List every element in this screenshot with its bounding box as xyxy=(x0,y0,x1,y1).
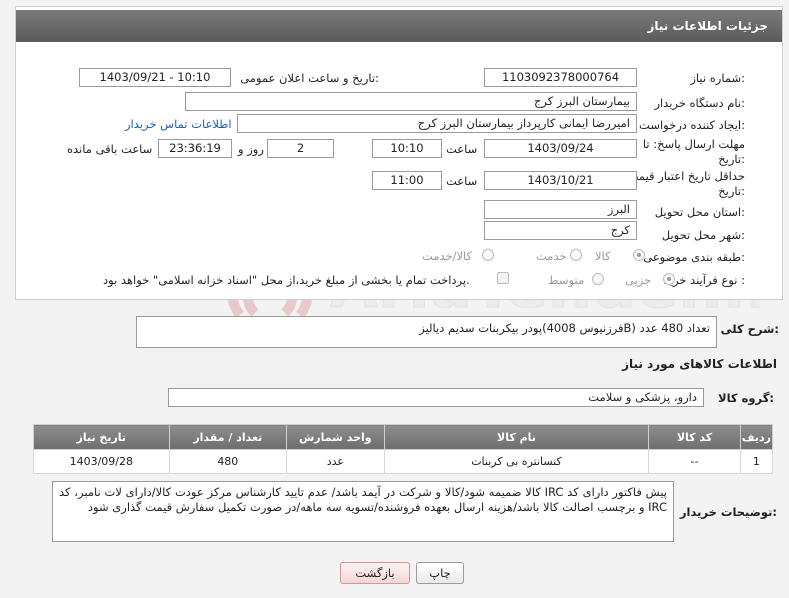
category-goods-service-label: کالا/خدمت xyxy=(422,249,473,263)
remaining-time-field: 23:36:19 xyxy=(158,139,232,158)
col-item-code: کد کالا xyxy=(648,424,741,450)
goods-group-field: دارو، پزشکی و سلامت xyxy=(168,388,704,407)
need-number-field: 1103092378000764 xyxy=(484,68,637,87)
announce-date-field: 1403/09/21 - 10:10 xyxy=(79,68,231,87)
province-field: البرز xyxy=(484,200,637,219)
days-remaining-field: 2 xyxy=(267,139,334,158)
category-goods-service-radio[interactable] xyxy=(482,249,494,261)
buyer-org-field: بیمارستان البرز کرج xyxy=(185,92,637,111)
process-medium-radio[interactable] xyxy=(592,273,604,285)
buyer-notes-text: پیش فاکتور دارای کد IRC کالا ضمیمه شود/ک… xyxy=(59,485,667,514)
col-unit: واحد شمارش xyxy=(286,424,385,450)
description-field: پودر بیکربنات سدیم دیالیز(فرزنیوس 4008B)… xyxy=(136,316,717,348)
process-medium-label: متوسط xyxy=(548,273,585,287)
cell-row: 1 xyxy=(739,449,774,474)
cell-unit: عدد xyxy=(286,449,385,474)
goods-group-label: گروه کالا: xyxy=(718,391,774,405)
print-button[interactable]: چاپ xyxy=(416,562,464,584)
deadline-label: مهلت ارسال پاسخ: تا xyxy=(642,137,745,151)
title-bar: جزئیات اطلاعات نیاز xyxy=(16,10,782,44)
buyer-contact-link[interactable]: اطلاعات تماس خریدار xyxy=(125,117,232,131)
process-minor-radio[interactable] xyxy=(663,273,675,285)
category-service-label: خدمت xyxy=(536,249,567,263)
days-label: روز و xyxy=(238,142,264,156)
col-row: ردیف xyxy=(739,424,774,450)
page-title: جزئیات اطلاعات نیاز xyxy=(647,19,768,33)
remaining-time-label: ساعت باقی مانده xyxy=(67,142,153,156)
category-label: طبقه بندی موضوعی: xyxy=(643,250,745,264)
process-minor-label: جزیی xyxy=(625,273,652,287)
cell-item-code: -- xyxy=(648,449,741,474)
back-button[interactable]: بازگشت xyxy=(340,562,410,584)
description-text: پودر بیکربنات سدیم دیالیز(فرزنیوس 4008B)… xyxy=(419,321,710,335)
category-goods-radio[interactable] xyxy=(633,249,645,261)
creator-label: ایجاد کننده درخواست: xyxy=(639,118,745,132)
col-quantity: تعداد / مقدار xyxy=(168,424,288,450)
price-validity-date-label: تاریخ: xyxy=(718,184,745,198)
price-validity-date-field: 1403/10/21 xyxy=(484,171,637,190)
treasury-payment-checkbox[interactable] xyxy=(497,272,509,284)
buyer-org-label: نام دستگاه خریدار: xyxy=(654,96,745,110)
process-type-label: نوع فرآیند خرید : xyxy=(663,273,745,287)
cell-quantity: 480 xyxy=(168,449,288,474)
city-label: شهر محل تحویل: xyxy=(661,228,745,242)
deadline-hour-field: 10:10 xyxy=(372,139,442,158)
cell-need-date: 1403/09/28 xyxy=(33,449,170,474)
items-table: ردیف کد کالا نام کالا واحد شمارش تعداد /… xyxy=(33,424,774,474)
buyer-notes-field: پیش فاکتور دارای کد IRC کالا ضمیمه شود/ک… xyxy=(52,481,674,542)
province-label: استان محل تحویل: xyxy=(654,205,745,219)
price-validity-hour-field: 11:00 xyxy=(372,171,442,190)
category-goods-label: کالا xyxy=(595,249,611,263)
treasury-payment-note: پرداخت تمام یا بخشی از مبلغ خرید،از محل … xyxy=(103,273,470,287)
buyer-notes-label: توضیحات خریدار: xyxy=(679,505,777,519)
col-item-name: نام کالا xyxy=(383,424,650,450)
deadline-date-field: 1403/09/24 xyxy=(484,139,637,158)
cell-item-name: کنسانتره بی کربنات xyxy=(383,449,650,474)
col-need-date: تاریخ نیاز xyxy=(33,424,170,450)
goods-info-title: اطلاعات کالاهای مورد نیاز xyxy=(622,357,777,371)
table-row: 1 -- کنسانتره بی کربنات عدد 480 1403/09/… xyxy=(33,449,774,474)
deadline-date-label: تاریخ: xyxy=(718,152,745,166)
deadline-hour-label: ساعت xyxy=(446,142,478,156)
creator-field: امیررضا ایمانی کارپرداز بیمارستان البرز … xyxy=(237,114,637,133)
price-validity-hour-label: ساعت xyxy=(446,174,478,188)
category-service-radio[interactable] xyxy=(570,249,582,261)
table-header-row: ردیف کد کالا نام کالا واحد شمارش تعداد /… xyxy=(33,424,774,450)
need-number-label: شماره نیاز: xyxy=(690,71,745,85)
city-field: کرج xyxy=(484,221,637,240)
announce-date-label: تاریخ و ساعت اعلان عمومی: xyxy=(240,71,379,85)
